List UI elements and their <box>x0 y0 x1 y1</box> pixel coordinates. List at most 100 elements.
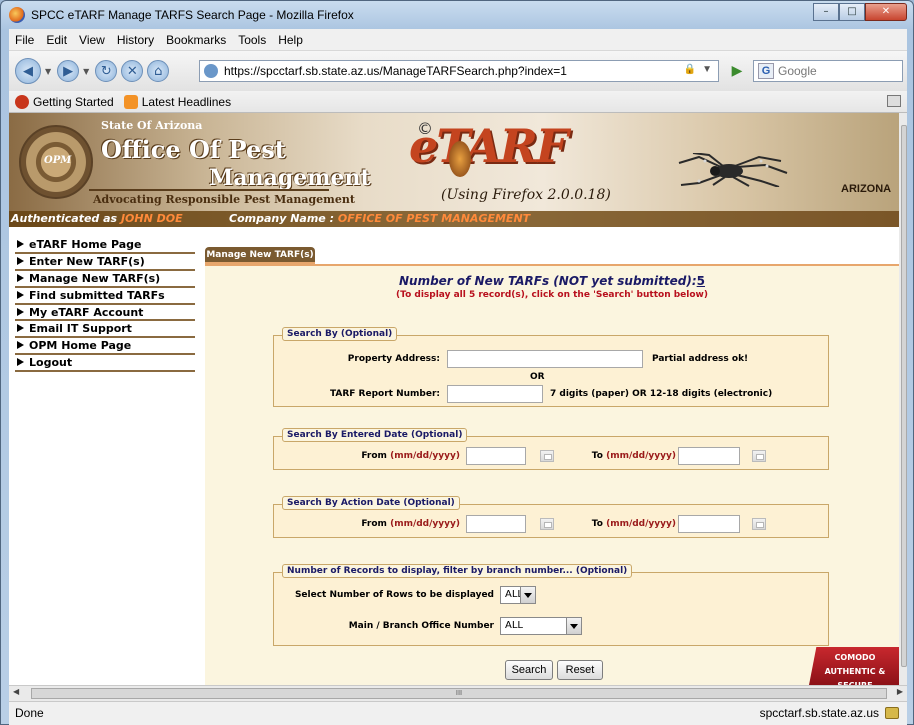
sidebar-item-etarf-home[interactable]: eTARF Home Page <box>15 237 195 254</box>
bookmark-latest-headlines[interactable]: Latest Headlines <box>123 94 232 109</box>
menu-view[interactable]: View <box>79 33 105 47</box>
action-from-label: From (mm/dd/yyyy) <box>274 519 460 529</box>
office-title-line2: Management <box>209 165 371 191</box>
opm-seal: OPM <box>19 125 93 199</box>
reload-icon[interactable]: ↻ <box>95 60 118 82</box>
calendar-icon[interactable] <box>540 518 554 530</box>
horizontal-scrollbar[interactable]: ◀ III ▶ <box>9 685 907 701</box>
comodo-secure-badge[interactable]: COMODO AUTHENTIC & SECURE <box>809 647 899 685</box>
pest-bug-image <box>449 141 471 177</box>
close-button[interactable]: ✕ <box>865 3 907 21</box>
entered-from-date-input[interactable] <box>466 447 526 465</box>
branch-office-label: Main / Branch Office Number <box>348 621 494 631</box>
print-icon[interactable] <box>887 95 901 107</box>
page-title: Number of New TARFs (NOT yet submitted):… <box>205 274 899 288</box>
chevron-down-icon[interactable] <box>520 587 535 603</box>
search-by-legend: Search By (Optional) <box>282 327 398 341</box>
browser-window: SPCC eTARF Manage TARFS Search Page - Mo… <box>0 0 914 725</box>
entered-to-date-input[interactable] <box>678 447 740 465</box>
home-icon[interactable]: ⌂ <box>147 60 170 82</box>
google-icon[interactable]: G <box>758 63 774 79</box>
records-filter-fieldset: Number of Records to display, filter by … <box>273 564 829 646</box>
site-icon <box>204 64 218 78</box>
address-bar[interactable]: https://spcctarf.sb.state.az.us/ManageTA… <box>199 60 719 82</box>
tarf-report-number-label: TARF Report Number: <box>329 389 440 399</box>
auth-user: JOHN DOE <box>120 212 183 225</box>
search-placeholder: Google <box>778 64 817 78</box>
url-dropdown-icon[interactable]: ▼ <box>702 64 712 75</box>
action-to-label: To (mm/dd/yyyy) <box>590 519 676 529</box>
partial-address-note: Partial address ok! <box>652 354 749 364</box>
search-button[interactable]: Search <box>505 660 553 680</box>
menu-file[interactable]: File <box>15 33 34 47</box>
records-filter-legend: Number of Records to display, filter by … <box>282 564 633 578</box>
to-word: To <box>591 451 603 461</box>
forward-history-dropdown-icon[interactable]: ▼ <box>83 67 89 76</box>
firefox-bookmark-icon <box>15 94 29 109</box>
sidebar-item-my-account[interactable]: My eTARF Account <box>15 305 195 322</box>
office-title-line1: Office Of Pest <box>101 135 286 164</box>
action-date-legend: Search By Action Date (Optional) <box>282 496 460 510</box>
sidebar-item-email-support[interactable]: Email IT Support <box>15 321 195 339</box>
display-hint: (To display all 5 record(s), click on th… <box>396 290 708 300</box>
chevron-down-icon[interactable] <box>566 618 581 634</box>
window-title: SPCC eTARF Manage TARFS Search Page - Mo… <box>31 8 354 22</box>
back-history-dropdown-icon[interactable]: ▼ <box>45 67 51 76</box>
horizontal-scroll-thumb[interactable]: III <box>31 688 887 699</box>
menu-tools[interactable]: Tools <box>238 33 266 47</box>
action-from-date-input[interactable] <box>466 515 526 533</box>
menu-edit[interactable]: Edit <box>46 33 67 47</box>
reset-button[interactable]: Reset <box>557 660 603 680</box>
menu-history[interactable]: History <box>117 33 154 47</box>
padlock-icon[interactable] <box>885 707 899 719</box>
calendar-icon[interactable] <box>752 450 766 462</box>
from-word: From <box>361 451 387 461</box>
badge-brand: COMODO <box>834 653 876 662</box>
property-address-input[interactable] <box>447 350 643 368</box>
sidebar-item-logout[interactable]: Logout <box>15 355 195 373</box>
sidebar-item-manage-new-tarf[interactable]: Manage New TARF(s) <box>15 271 195 288</box>
tarf-report-number-input[interactable] <box>447 385 543 403</box>
company-name: OFFICE OF PEST MANAGEMENT <box>337 212 531 225</box>
maximize-button[interactable]: □ <box>839 3 865 21</box>
menu-help[interactable]: Help <box>278 33 303 47</box>
property-address-label: Property Address: <box>347 354 440 364</box>
copyright-mark: © <box>417 119 433 138</box>
calendar-icon[interactable] <box>752 518 766 530</box>
vertical-scroll-thumb[interactable] <box>901 125 907 667</box>
badge-caption: AUTHENTIC & SECURE <box>824 667 886 685</box>
lock-icon[interactable]: 🔒 <box>684 64 696 75</box>
sidebar-item-enter-new-tarf[interactable]: Enter New TARF(s) <box>15 254 195 271</box>
spider-image <box>678 153 788 187</box>
forward-arrow-icon[interactable]: ▶ <box>57 60 80 82</box>
calendar-icon[interactable] <box>540 450 554 462</box>
menu-bar: File Edit View History Bookmarks Tools H… <box>9 29 907 51</box>
new-tarf-count-link[interactable]: 5 <box>697 274 705 288</box>
entered-from-label: From (mm/dd/yyyy) <box>274 451 460 461</box>
tab-manage-new-tarf[interactable]: Manage New TARF(s) <box>205 247 315 264</box>
navigation-toolbar: ◀ ▼ ▶ ▼ ↻ ✕ ⌂ https://spcctarf.sb.state.… <box>9 51 907 91</box>
go-icon[interactable]: ▶ <box>727 60 747 82</box>
status-domain: spcctarf.sb.state.az.us <box>759 706 879 720</box>
sidebar-item-find-submitted[interactable]: Find submitted TARFs <box>15 288 195 305</box>
scroll-right-arrow-icon[interactable]: ▶ <box>897 687 903 696</box>
title-bar[interactable]: SPCC eTARF Manage TARFS Search Page - Mo… <box>1 1 913 29</box>
or-separator: OR <box>530 372 545 382</box>
stop-icon[interactable]: ✕ <box>121 60 144 82</box>
sidebar-item-opm-home[interactable]: OPM Home Page <box>15 338 195 356</box>
manage-tarf-section: Manage New TARF(s) Number of New TARFs (… <box>205 247 899 685</box>
menu-bookmarks[interactable]: Bookmarks <box>166 33 226 47</box>
action-to-date-input[interactable] <box>678 515 740 533</box>
bookmark-label: Latest Headlines <box>141 94 232 109</box>
back-arrow-icon[interactable]: ◀ <box>15 58 41 84</box>
search-bar[interactable]: G Google <box>753 60 903 82</box>
bookmark-getting-started[interactable]: Getting Started <box>15 94 114 109</box>
state-name: State Of Arizona <box>101 119 203 132</box>
entered-to-label: To (mm/dd/yyyy) <box>590 451 676 461</box>
scroll-left-arrow-icon[interactable]: ◀ <box>13 687 19 696</box>
branch-office-select[interactable]: ALL <box>500 617 582 635</box>
minimize-button[interactable]: – <box>813 3 839 21</box>
arizona-logo: ARIZONA <box>841 183 892 195</box>
rows-displayed-select[interactable]: ALL <box>500 586 536 604</box>
date-format-hint: (mm/dd/yyyy) <box>606 451 676 461</box>
